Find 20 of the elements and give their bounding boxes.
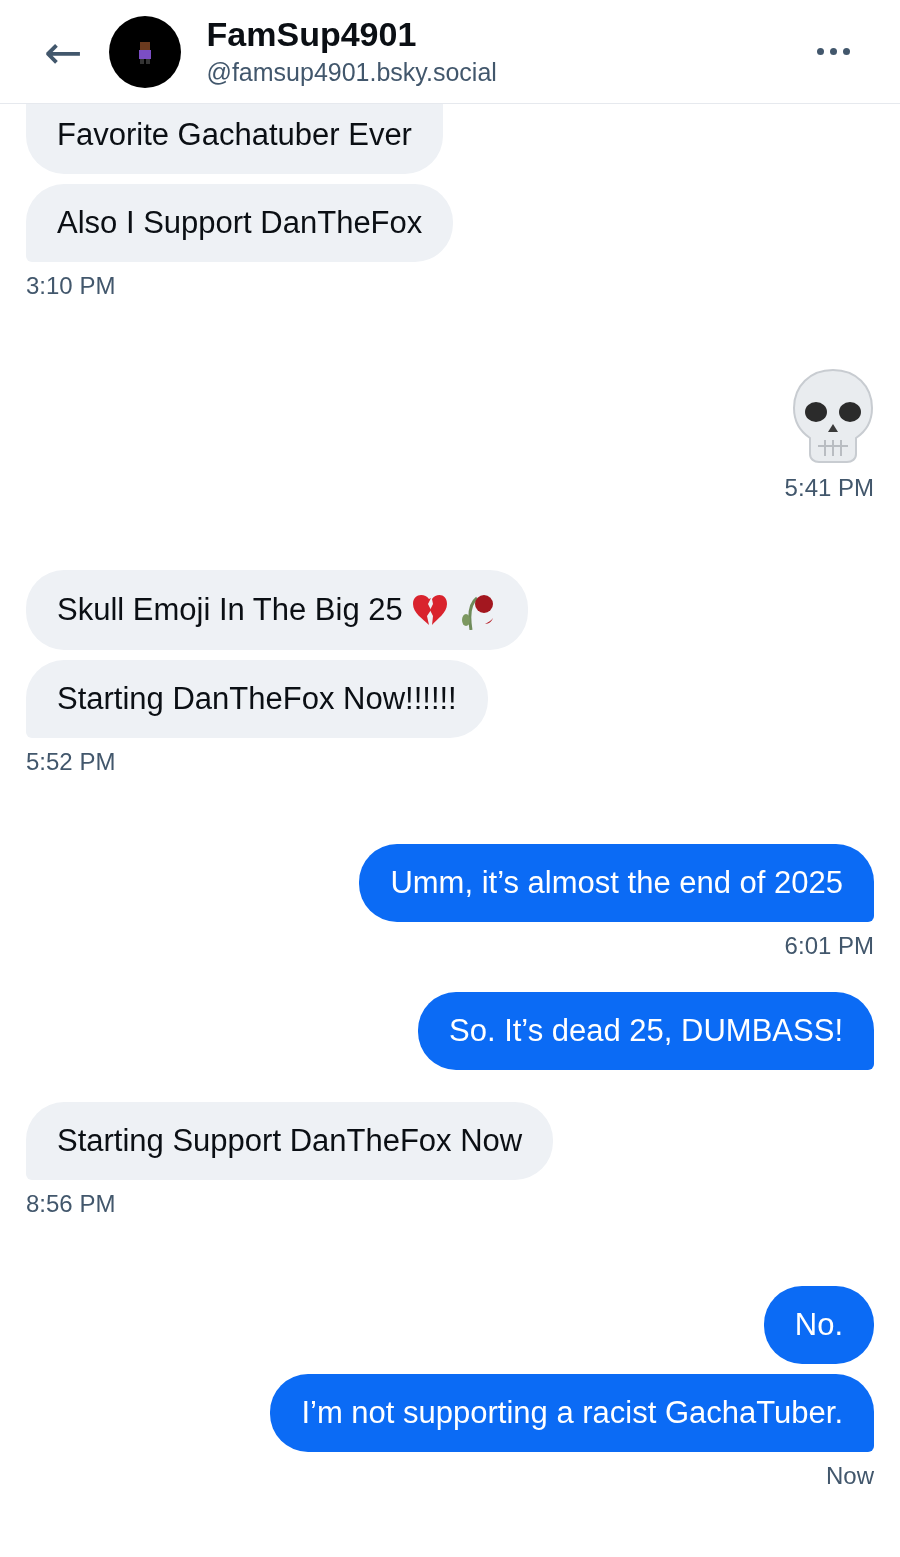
message-bubble: Favorite Gachatuber Ever [26,104,443,174]
profile-handle: @famsup4901.bsky.social [206,57,498,87]
message-bubble: Starting DanTheFox Now!!!!!! [26,660,488,738]
message-bubble: So. It’s dead 25, DUMBASS! [418,992,874,1070]
timestamp: 5:41 PM [784,474,874,502]
timestamp: 6:01 PM [784,932,874,960]
message-bubble: Starting Support DanTheFox Now [26,1102,554,1180]
message-bubble: I’m not supporting a racist GachaTuber. [270,1374,874,1452]
message-bubble: Umm, it’s almost the end of 2025 [359,844,874,922]
timestamp: 3:10 PM [26,272,116,300]
broken-heart-icon [410,593,449,627]
timestamp: Now [826,1462,874,1490]
message-bubble: Also I Support DanTheFox [26,184,454,262]
timestamp: 5:52 PM [26,748,116,776]
message-bubble: Skull Emoji In The Big 25 [26,570,528,650]
message-bubble: No. [763,1286,874,1364]
profile-name: FamSup4901 [206,16,418,54]
back-button[interactable]: ← [44,28,83,75]
skull-icon [792,368,874,464]
timestamp: 8:56 PM [26,1190,116,1218]
